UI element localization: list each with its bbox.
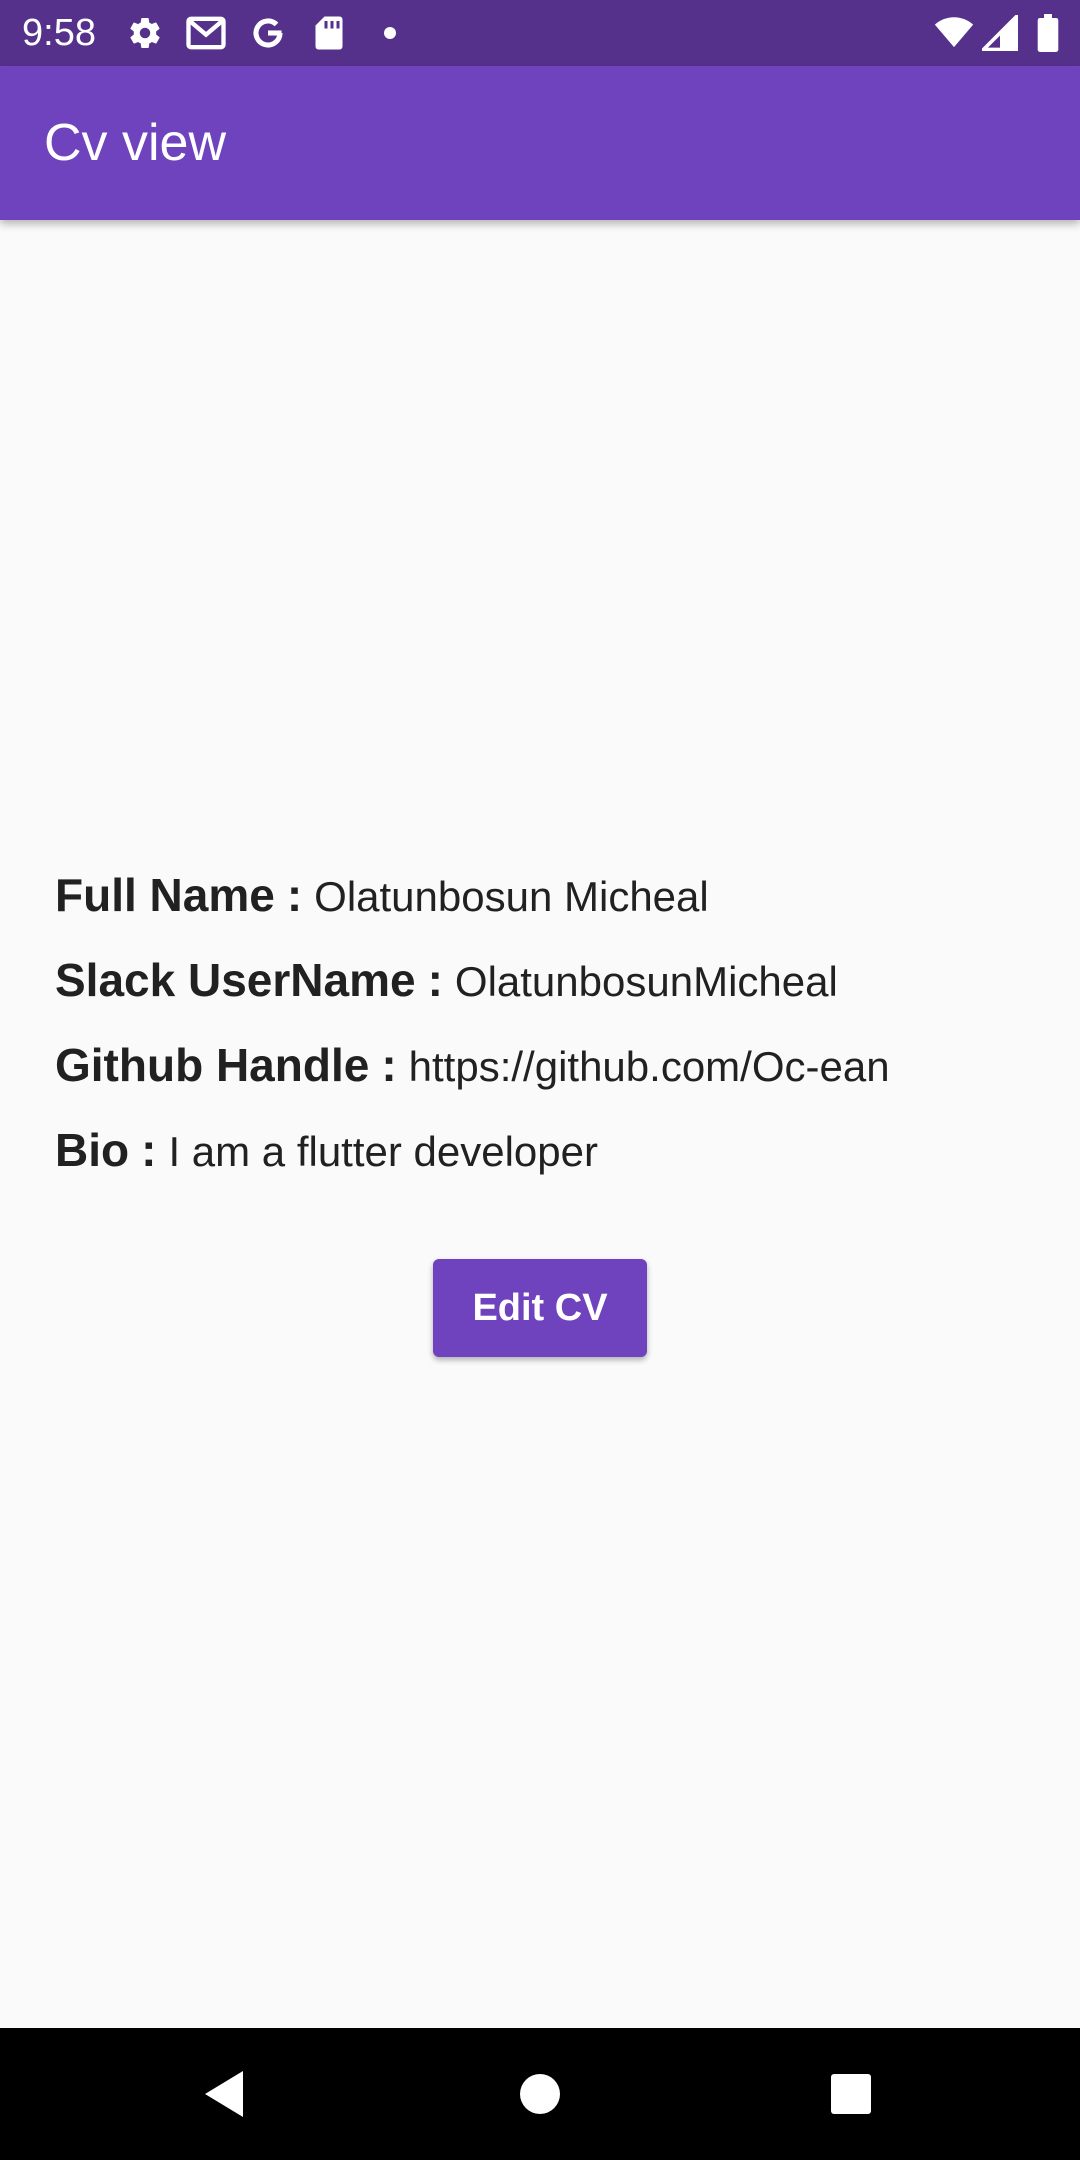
slack-username-separator: :: [427, 954, 443, 1006]
status-time: 9:58: [22, 12, 96, 54]
wifi-icon: [934, 13, 974, 53]
github-handle-label: Github Handle: [55, 1039, 370, 1091]
github-handle-separator: :: [381, 1039, 397, 1091]
gmail-icon: [186, 13, 226, 53]
full-name-label: Full Name: [55, 869, 275, 921]
slack-username-label: Slack UserName: [55, 954, 416, 1006]
navigation-bar: [0, 2028, 1080, 2160]
bio-label: Bio: [55, 1124, 130, 1176]
github-handle-value: https://github.com/Oc-ean: [408, 1043, 890, 1090]
battery-icon: [1028, 13, 1068, 53]
full-name-separator: :: [286, 869, 303, 921]
status-bar: 9:58: [0, 0, 1080, 66]
bio-row: Bio : I am a flutter developer: [55, 1123, 1045, 1208]
screen: 9:58 Cv view Full Name: Olatunbosun Mic…: [0, 0, 1080, 2160]
app-bar: Cv view: [0, 66, 1080, 220]
recents-icon[interactable]: [811, 2054, 891, 2134]
bio-separator: :: [141, 1124, 157, 1176]
bio-value: I am a flutter developer: [168, 1128, 598, 1175]
signal-icon: [980, 13, 1020, 53]
page-title: Cv view: [44, 114, 227, 172]
google-icon: [248, 13, 288, 53]
github-handle-row: Github Handle : https://github.com/Oc-ea…: [55, 1038, 1045, 1123]
slack-username-row: Slack UserName : OlatunbosunMicheal: [55, 953, 1045, 1038]
sd-card-icon: [309, 13, 349, 53]
dot-icon: [370, 13, 410, 53]
full-name-row: Full Name : Olatunbosun Micheal: [55, 868, 1045, 953]
cv-details: Full Name : Olatunbosun Micheal Slack Us…: [55, 868, 1045, 1208]
slack-username-value: OlatunbosunMicheal: [454, 958, 838, 1005]
full-name-value: Olatunbosun Micheal: [314, 873, 709, 920]
gear-icon: [125, 13, 165, 53]
edit-cv-button[interactable]: Edit CV: [433, 1259, 647, 1357]
back-icon[interactable]: [185, 2054, 265, 2134]
home-icon[interactable]: [500, 2054, 580, 2134]
